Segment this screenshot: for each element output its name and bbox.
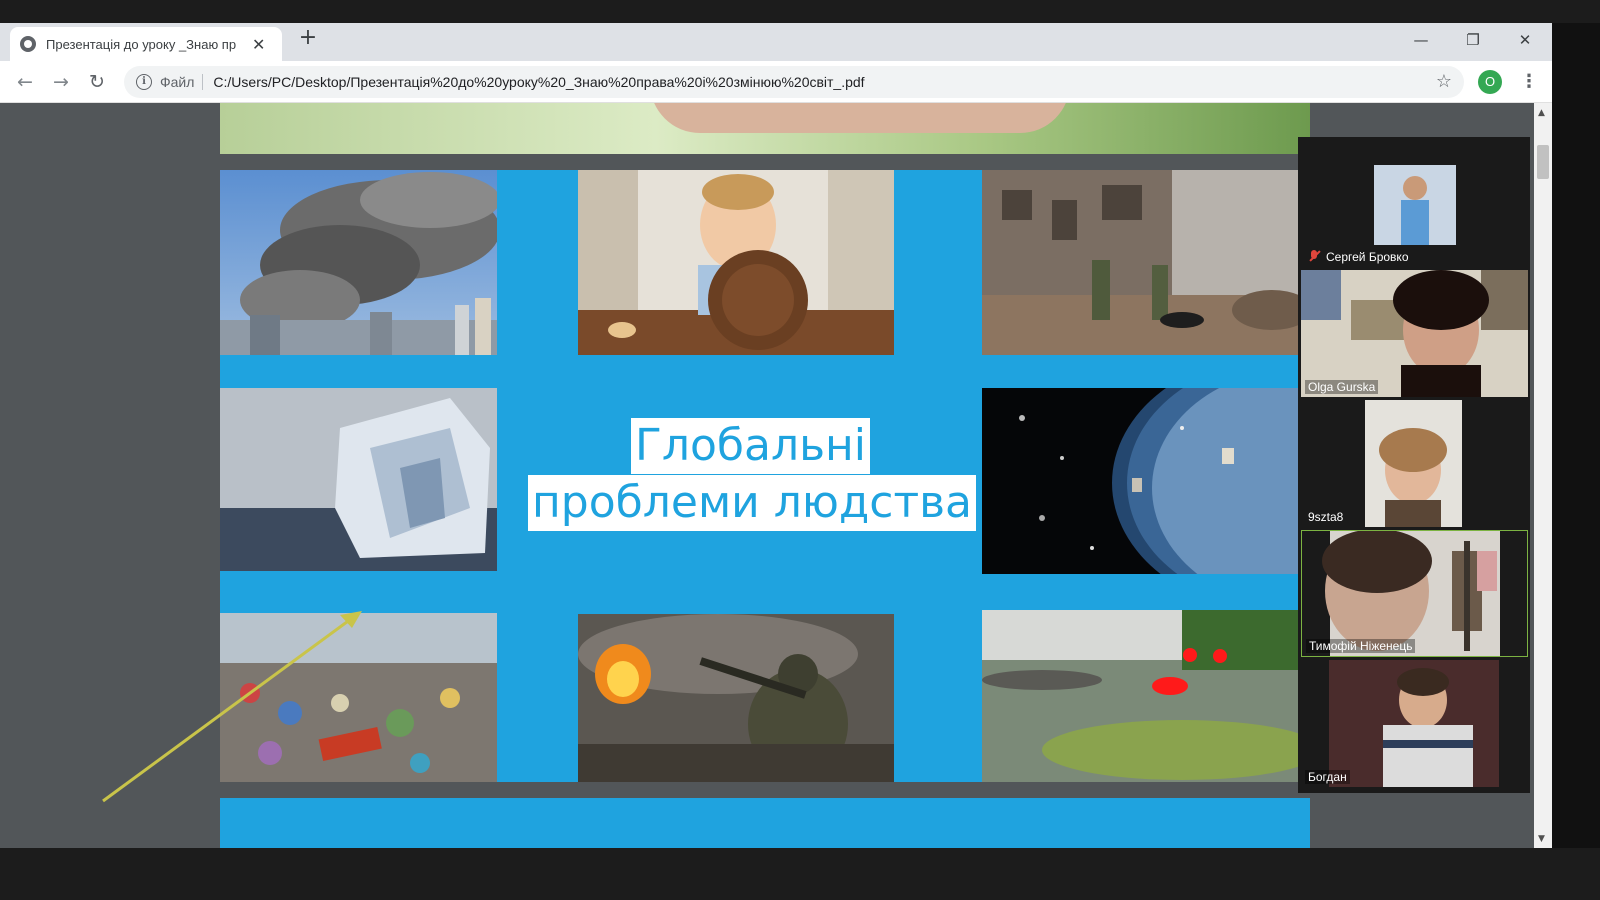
browser-toolbar: ← → ↻ i Файл C:/Users/PC/Desktop/Презент…	[0, 61, 1552, 103]
participant-video	[1301, 660, 1528, 787]
participant-name: Богдан	[1305, 770, 1350, 784]
back-button[interactable]: ←	[12, 69, 38, 95]
top-bar	[0, 0, 1600, 23]
scrollbar-thumb[interactable]	[1537, 145, 1549, 179]
participant-name: 9szta8	[1308, 510, 1344, 524]
bookmark-star-icon[interactable]: ☆	[1436, 71, 1452, 92]
forward-button[interactable]: →	[48, 69, 74, 95]
reload-button[interactable]: ↻	[84, 69, 110, 95]
screen-edge-bottom	[0, 848, 1600, 900]
vertical-scrollbar[interactable]: ▲ ▼	[1534, 103, 1552, 848]
video-gallery-panel: Сергей Бровко Olga Gurska 9szta8 Тимофій…	[1298, 137, 1530, 793]
screen: Презентація до уроку _Знаю пр ✕ + — ❐ ✕ …	[0, 0, 1600, 900]
info-icon[interactable]: i	[136, 74, 152, 90]
globe-icon	[20, 36, 36, 52]
tab-strip: Презентація до уроку _Знаю пр ✕ +	[0, 23, 1552, 61]
tab-title: Презентація до уроку _Знаю пр	[46, 36, 237, 52]
mic-muted-icon	[1308, 250, 1320, 262]
browser-menu-icon[interactable]: ⋮	[1520, 70, 1538, 94]
new-tab-button[interactable]: +	[296, 27, 320, 51]
close-window-button[interactable]: ✕	[1502, 26, 1548, 54]
restore-button[interactable]: ❐	[1450, 26, 1496, 54]
url-text[interactable]: C:/Users/PC/Desktop/Презентація%20до%20у…	[213, 74, 864, 90]
participant-tile[interactable]: Сергей Бровко	[1301, 140, 1528, 267]
profile-avatar[interactable]: O	[1478, 70, 1502, 94]
participant-video	[1301, 400, 1528, 527]
scroll-down-icon[interactable]: ▼	[1538, 834, 1545, 844]
browser-tab[interactable]: Презентація до уроку _Знаю пр ✕	[10, 27, 282, 61]
scroll-up-icon[interactable]: ▲	[1538, 108, 1545, 118]
participant-tile-active[interactable]: Тимофій Ніженець	[1301, 530, 1528, 657]
participant-name: Olga Gurska	[1305, 380, 1379, 394]
participant-tile[interactable]: Богдан	[1301, 660, 1528, 787]
close-tab-icon[interactable]: ✕	[252, 35, 265, 54]
minimize-button[interactable]: —	[1398, 26, 1444, 54]
participant-name: Сергей Бровко	[1305, 250, 1412, 264]
address-bar[interactable]: i Файл C:/Users/PC/Desktop/Презентація%2…	[124, 66, 1464, 98]
participant-name: Тимофій Ніженець	[1306, 639, 1416, 653]
participant-tile[interactable]: 9szta8	[1301, 400, 1528, 527]
screen-edge-right	[1552, 23, 1600, 900]
participant-tile[interactable]: Olga Gurska	[1301, 270, 1528, 397]
participant-video	[1301, 270, 1528, 397]
participant-video	[1301, 140, 1528, 267]
scheme-label: Файл	[160, 74, 204, 90]
